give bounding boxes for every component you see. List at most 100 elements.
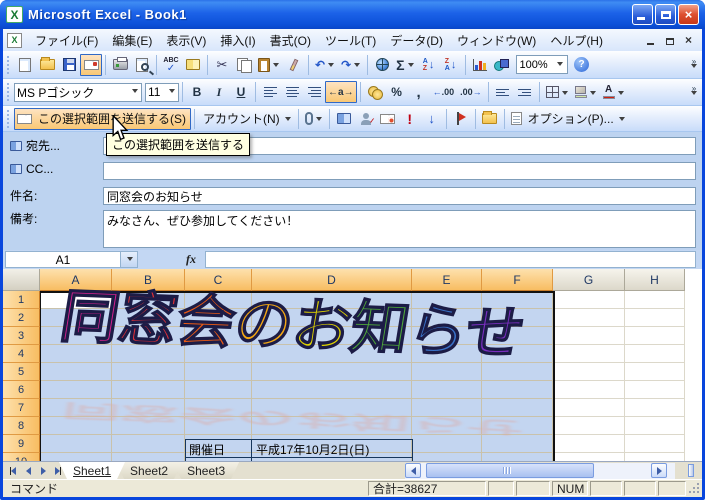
row-header-5[interactable]: 5 <box>3 363 40 381</box>
priority-low-button[interactable]: ↓ <box>421 108 443 130</box>
increase-indent-button[interactable] <box>514 81 536 103</box>
close-button[interactable]: × <box>678 4 699 25</box>
toolbar-grip[interactable] <box>6 83 11 101</box>
cut-button[interactable]: ✂ <box>211 54 233 76</box>
align-left-button[interactable] <box>259 81 281 103</box>
row-header-4[interactable]: 4 <box>3 345 40 363</box>
zoom-box[interactable]: 100% <box>515 55 568 74</box>
horizontal-scrollbar[interactable] <box>405 463 675 479</box>
print-button[interactable] <box>109 54 131 76</box>
format-painter-button[interactable] <box>283 54 305 76</box>
toolbar-options-button[interactable]: » <box>688 57 700 71</box>
menu-edit[interactable]: 編集(E) <box>105 29 159 52</box>
menu-data[interactable]: データ(D) <box>383 29 450 52</box>
permission-button[interactable] <box>377 108 399 130</box>
autocalculate-sum[interactable]: 合計=38627 <box>368 481 486 496</box>
tab-sheet2[interactable]: Sheet2 <box>116 462 182 479</box>
table-cell[interactable]: 開催日 <box>186 440 252 457</box>
underline-button[interactable]: U <box>230 81 252 103</box>
scroll-right-button[interactable] <box>651 463 667 478</box>
comma-button[interactable]: , <box>408 81 430 103</box>
research-button[interactable] <box>182 54 204 76</box>
table-cell[interactable]: 平成17年10月2日(日) <box>252 440 412 457</box>
paste-button[interactable] <box>255 54 283 76</box>
toolbar-grip[interactable] <box>6 109 11 128</box>
italic-button[interactable]: I <box>208 81 230 103</box>
maximize-button[interactable] <box>655 4 676 25</box>
menu-format[interactable]: 書式(O) <box>263 29 318 52</box>
tab-sheet1[interactable]: Sheet1 <box>59 462 125 479</box>
scroll-left-button[interactable] <box>405 463 421 478</box>
select-all-corner[interactable] <box>3 269 40 291</box>
fill-color-button[interactable] <box>572 81 600 103</box>
column-header-d[interactable]: D <box>252 269 412 291</box>
resize-grip[interactable] <box>688 482 701 495</box>
align-center-button[interactable] <box>281 81 303 103</box>
minimize-button[interactable] <box>632 4 653 25</box>
menu-view[interactable]: 表示(V) <box>159 29 213 52</box>
redo-button[interactable]: ↷ <box>338 54 364 76</box>
zoom-control[interactable]: 100% <box>513 54 571 76</box>
menu-insert[interactable]: 挿入(I) <box>213 29 262 52</box>
borders-button[interactable] <box>543 81 572 103</box>
menu-file[interactable]: ファイル(F) <box>28 29 105 52</box>
name-box[interactable]: A1 <box>5 251 121 268</box>
formula-input[interactable] <box>205 251 696 268</box>
tab-split-handle[interactable] <box>688 464 694 477</box>
row-header-3[interactable]: 3 <box>3 327 40 345</box>
cells-area[interactable]: 同窓会のお知らせ 同窓会のお知らせ 開催日 平成17年10月2日(日) 開催場所… <box>3 284 685 461</box>
increase-decimal-button[interactable]: ← .00 <box>430 81 458 103</box>
chart-wizard-button[interactable] <box>469 54 491 76</box>
row-header-9[interactable]: 9 <box>3 435 40 453</box>
row-header-1[interactable]: 1 <box>3 291 40 309</box>
address-book-button[interactable] <box>333 108 355 130</box>
notes-input[interactable]: みなさん、ぜひ参加してください！ <box>103 210 696 248</box>
column-g-cells[interactable] <box>553 291 625 461</box>
priority-high-button[interactable]: ! <box>399 108 421 130</box>
menu-tools[interactable]: ツール(T) <box>318 29 383 52</box>
create-folder-button[interactable] <box>479 108 501 130</box>
font-name-box[interactable]: MS Pゴシック <box>14 82 142 102</box>
options-button[interactable]: オプション(P)... <box>508 108 629 130</box>
save-button[interactable] <box>58 54 80 76</box>
drawing-button[interactable] <box>491 54 513 76</box>
check-names-button[interactable]: ✓ <box>355 108 377 130</box>
mdi-restore-button[interactable] <box>662 34 677 47</box>
column-header-h[interactable]: H <box>625 269 685 291</box>
bold-button[interactable]: B <box>186 81 208 103</box>
column-header-f[interactable]: F <box>482 269 553 291</box>
font-color-button[interactable]: A <box>600 81 628 103</box>
decrease-decimal-button[interactable]: .00 → <box>457 81 485 103</box>
table-row[interactable]: 開催日 平成17年10月2日(日) <box>186 440 412 458</box>
column-h-cells[interactable] <box>625 291 685 461</box>
sort-ascending-button[interactable]: AZ ↓ <box>418 54 440 76</box>
previous-sheet-button[interactable] <box>21 464 35 478</box>
currency-button[interactable] <box>364 81 386 103</box>
fx-icon[interactable]: fx <box>186 252 196 267</box>
title-bar[interactable]: X Microsoft Excel - Book1 × <box>0 0 705 29</box>
undo-button[interactable]: ↶ <box>312 54 338 76</box>
open-button[interactable] <box>36 54 58 76</box>
send-selection-button[interactable]: この選択範囲を送信する(S) <box>14 107 191 130</box>
autosum-button[interactable]: Σ <box>393 54 417 76</box>
attach-button[interactable] <box>302 108 326 130</box>
to-button[interactable]: 宛先... <box>3 137 99 154</box>
horizontal-scroll-thumb[interactable] <box>426 463 594 478</box>
email-button[interactable] <box>80 53 102 76</box>
print-preview-button[interactable] <box>131 54 153 76</box>
menu-help[interactable]: ヘルプ(H) <box>543 29 610 52</box>
row-header-2[interactable]: 2 <box>3 309 40 327</box>
tab-sheet3[interactable]: Sheet3 <box>173 462 239 479</box>
column-header-c[interactable]: C <box>185 269 252 291</box>
font-size-box[interactable]: 11 <box>145 82 179 102</box>
accounts-button[interactable]: アカウント(N) <box>198 108 295 130</box>
new-button[interactable] <box>14 54 36 76</box>
subject-input[interactable] <box>103 187 696 205</box>
first-sheet-button[interactable] <box>6 464 20 478</box>
hyperlink-button[interactable] <box>371 54 393 76</box>
cc-input[interactable] <box>103 162 696 180</box>
mdi-close-button[interactable]: × <box>681 33 696 47</box>
sort-descending-button[interactable]: ZA ↓ <box>440 54 462 76</box>
copy-button[interactable] <box>233 54 255 76</box>
percent-button[interactable]: % <box>386 81 408 103</box>
